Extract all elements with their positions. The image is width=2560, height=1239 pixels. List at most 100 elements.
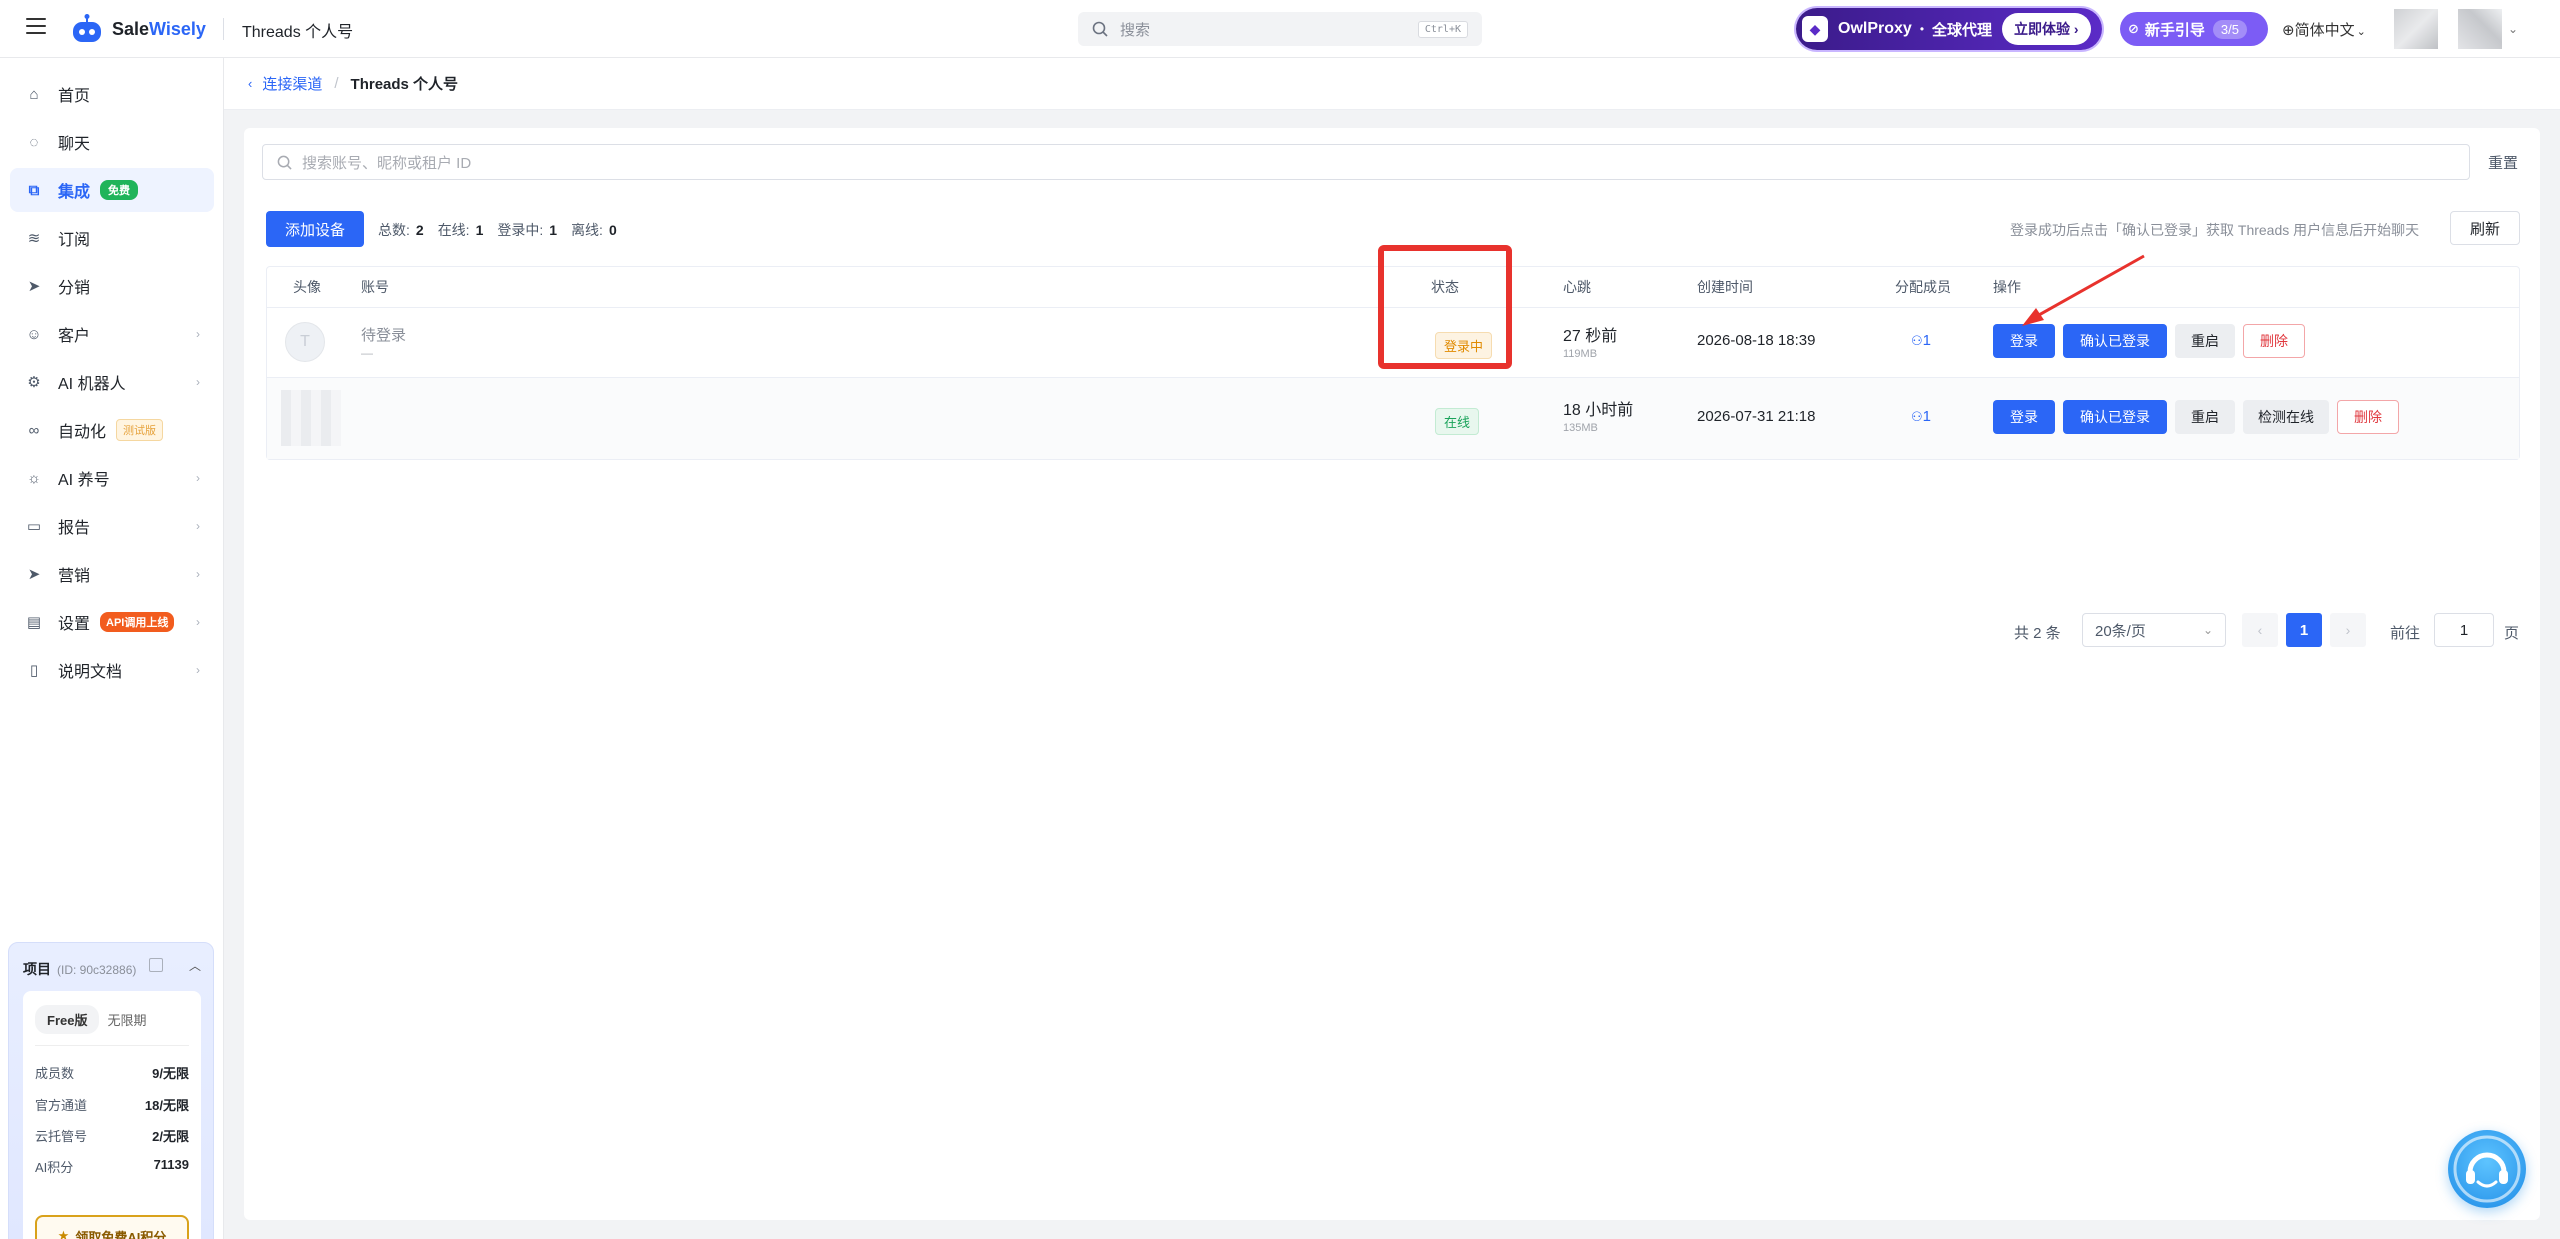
brand-name: SaleWisely xyxy=(112,18,206,39)
promo-cta-button[interactable]: 立即体验 › xyxy=(2002,13,2091,45)
reset-button[interactable]: 重置 xyxy=(2488,152,2518,173)
sidebar-item-marketing[interactable]: ➤ 营销 › xyxy=(10,552,214,596)
stat-official-channels: 官方通道 18/无限 xyxy=(35,1098,189,1113)
database-icon: ≋ xyxy=(27,230,41,247)
account-sub: — xyxy=(361,346,373,360)
assigned-members[interactable]: ⚇1 xyxy=(1911,408,1931,425)
logo[interactable]: SaleWisely xyxy=(70,14,206,44)
user-icon: ☺ xyxy=(26,325,42,343)
check-circle-icon: ⊘ xyxy=(2128,21,2139,36)
plan-term: 无限期 xyxy=(107,1013,147,1028)
chevron-up-icon[interactable]: ︿ xyxy=(189,957,201,974)
claim-ai-credits-label: 领取免费AI积分 xyxy=(75,1229,167,1239)
next-page-button[interactable]: › xyxy=(2330,613,2366,647)
current-page[interactable]: 1 xyxy=(2286,613,2322,647)
heartbeat-time: 27 秒前 xyxy=(1563,328,1618,345)
user-avatar-blurred[interactable] xyxy=(2394,9,2438,49)
copy-icon[interactable] xyxy=(149,958,163,972)
delete-button[interactable]: 删除 xyxy=(2337,400,2399,434)
sidebar-item-settings[interactable]: ▤ 设置 API调用上线 › xyxy=(10,600,214,644)
stat-cloud-accounts: 云托管号 2/无限 xyxy=(35,1129,189,1144)
goto-page-input[interactable]: 1 xyxy=(2434,613,2494,647)
sidebar-item-label: 集成 xyxy=(58,184,91,201)
sidebar-item-subscription[interactable]: ≋ 订阅 xyxy=(10,216,214,260)
delete-button[interactable]: 删除 xyxy=(2243,324,2305,358)
sidebar-item-home[interactable]: ⌂ 首页 xyxy=(10,72,214,116)
headset-icon xyxy=(2453,1135,2521,1203)
status-highlight-box xyxy=(1378,245,1512,369)
login-button[interactable]: 登录 xyxy=(1993,400,2055,434)
account-chevron-down-icon[interactable]: ⌄ xyxy=(2508,22,2518,36)
global-search-input[interactable]: 搜索 Ctrl+K xyxy=(1078,12,1482,46)
sidebar-item-docs[interactable]: ▯ 说明文档 › xyxy=(10,648,214,692)
chevron-left-icon[interactable]: ‹ xyxy=(248,76,252,91)
member-icon: ⚇ xyxy=(1911,333,1923,348)
restart-button[interactable]: 重启 xyxy=(2175,400,2235,434)
status-badge: 在线 xyxy=(1435,408,1480,435)
sidebar-item-reports[interactable]: ▭ 报告 › xyxy=(10,504,214,548)
chevron-left-icon: ‹ xyxy=(2257,622,2263,638)
assigned-members[interactable]: ⚇1 xyxy=(1911,332,1931,349)
breadcrumb-current: Threads 个人号 xyxy=(350,76,459,93)
restart-button[interactable]: 重启 xyxy=(2175,324,2235,358)
sidebar-item-integration[interactable]: ⧉ 集成 免费 xyxy=(10,168,214,212)
page-size-select[interactable]: 20条/页 ⌄ xyxy=(2082,613,2226,647)
sidebar-item-label: 首页 xyxy=(58,88,91,105)
promo-tagline: 全球代理 xyxy=(1932,21,1993,39)
sidebar-item-label: 自动化 xyxy=(58,424,107,441)
guide-label: 新手引导 xyxy=(2144,21,2205,39)
search-placeholder: 搜索 xyxy=(1120,21,1151,39)
robot-logo-icon xyxy=(73,14,101,42)
prev-page-button[interactable]: ‹ xyxy=(2242,613,2278,647)
page-suffix: 页 xyxy=(2504,625,2520,642)
sidebar-item-ai-nurture[interactable]: ☼ AI 养号 › xyxy=(10,456,214,500)
language-label: 简体中文 xyxy=(2294,22,2355,39)
breadcrumb-separator: / xyxy=(334,75,339,92)
sidebar-item-chat[interactable]: ◌ 聊天 xyxy=(10,120,214,164)
table-row: 在线 18 小时前 135MB 2026-07-31 21:18 ⚇1 登录 确… xyxy=(267,377,2519,459)
memory-usage: 135MB xyxy=(1563,422,1598,434)
claim-ai-credits-button[interactable]: ★ 领取免费AI积分 xyxy=(35,1215,189,1239)
sidebar-item-automation[interactable]: ∞ 自动化 测试版 xyxy=(10,408,214,452)
add-device-button[interactable]: 添加设备 xyxy=(266,211,364,247)
summary-online: 在线: 1 xyxy=(437,222,484,238)
sidebar-item-ai-bot[interactable]: ⚙ AI 机器人 › xyxy=(10,360,214,404)
sidebar-item-customers[interactable]: ☺ 客户 › xyxy=(10,312,214,356)
settings-icon: ▤ xyxy=(26,614,42,631)
megaphone-icon: ➤ xyxy=(27,566,41,583)
chevron-right-icon: › xyxy=(196,519,200,533)
sidebar: ⌂ 首页 ◌ 聊天 ⧉ 集成 免费 ≋ 订阅 ➤ 分销 ☺ 客户 › ⚙ AI … xyxy=(0,58,224,1239)
divider xyxy=(35,1045,189,1046)
device-summary: 总数: 2 在线: 1 登录中: 1 离线: 0 xyxy=(378,220,631,240)
summary-logging-in: 登录中: 1 xyxy=(497,222,558,238)
stat-members: 成员数 9/无限 xyxy=(35,1066,189,1081)
breadcrumb: ‹ 连接渠道 / Threads 个人号 xyxy=(224,58,2560,110)
account-search-input[interactable]: 搜索账号、昵称或租户 ID xyxy=(262,144,2470,180)
automation-icon: ∞ xyxy=(28,421,40,439)
language-selector[interactable]: ⊕简体中文 ⌄ xyxy=(2282,19,2366,40)
sidebar-item-label: AI 养号 xyxy=(58,472,110,489)
chevron-right-icon: › xyxy=(196,615,200,629)
breadcrumb-parent-link[interactable]: 连接渠道 xyxy=(262,73,322,94)
confirm-login-button[interactable]: 确认已登录 xyxy=(2063,400,2167,434)
send-icon: ➤ xyxy=(27,278,41,295)
sidebar-item-label: 营销 xyxy=(58,568,91,585)
col-created: 创建时间 xyxy=(1697,279,1753,295)
hamburger-menu-icon[interactable] xyxy=(26,18,46,38)
chevron-right-icon: › xyxy=(196,375,200,389)
pagination-total: 共 2 条 xyxy=(2014,625,2061,642)
top-header: SaleWisely Threads 个人号 搜索 Ctrl+K ◆ OwlPr… xyxy=(0,0,2560,58)
refresh-button[interactable]: 刷新 xyxy=(2450,211,2520,245)
page-size-label: 20条/页 xyxy=(2095,622,2146,640)
owlproxy-promo-banner[interactable]: ◆ OwlProxy • 全球代理 立即体验 › xyxy=(1796,8,2102,50)
sidebar-item-label: 分销 xyxy=(58,280,91,297)
account-avatar-blurred[interactable] xyxy=(2458,9,2502,49)
onboarding-guide-button[interactable]: ⊘ 新手引导 3/5 xyxy=(2120,12,2268,46)
sidebar-item-distribution[interactable]: ➤ 分销 xyxy=(10,264,214,308)
created-time: 2026-08-18 18:39 xyxy=(1697,332,1816,349)
beta-badge: 测试版 xyxy=(116,419,164,441)
customer-support-button[interactable] xyxy=(2448,1130,2526,1208)
check-online-button[interactable]: 检测在线 xyxy=(2243,400,2329,434)
col-heartbeat: 心跳 xyxy=(1563,279,1591,295)
sidebar-item-label: 说明文档 xyxy=(58,664,123,681)
